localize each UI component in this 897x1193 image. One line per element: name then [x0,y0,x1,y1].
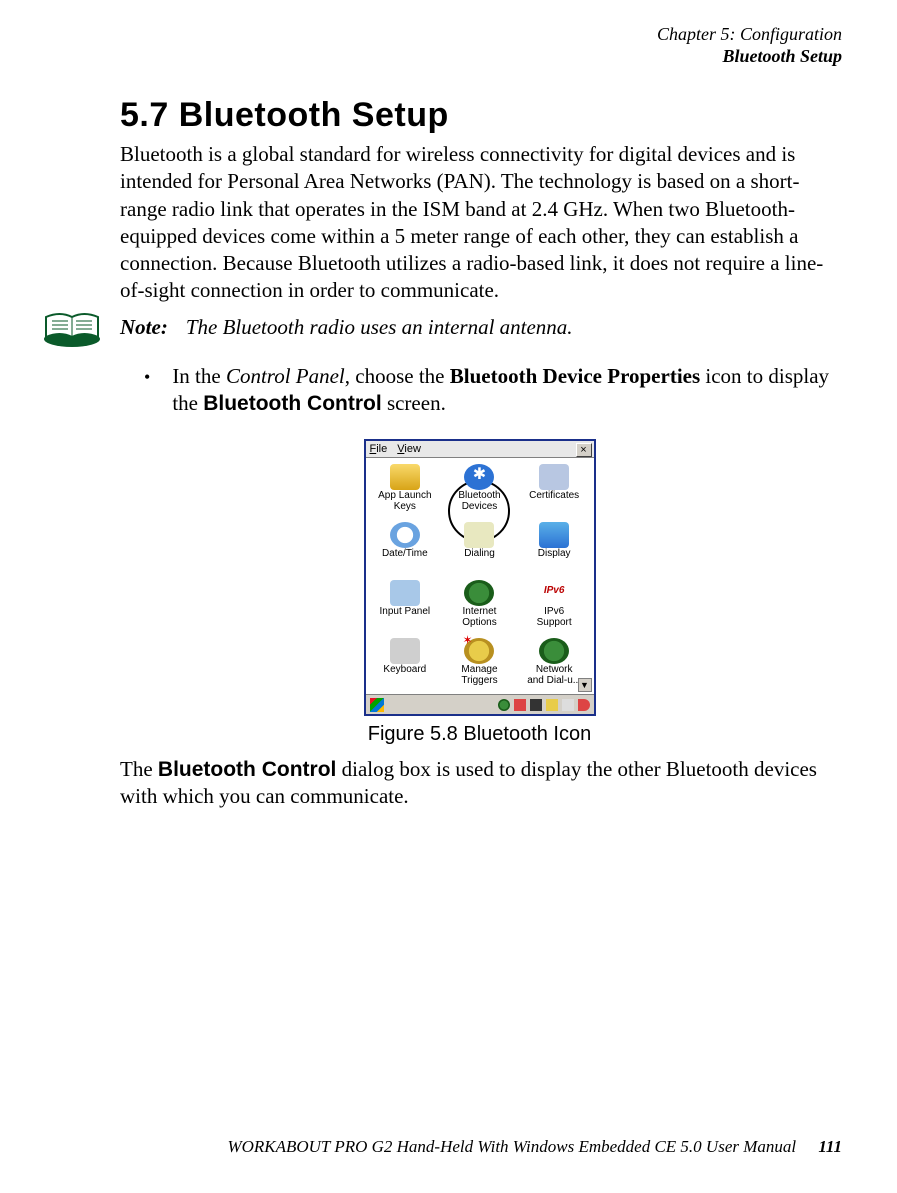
menu-file[interactable]: File [370,443,388,455]
header-topic: Bluetooth Setup [657,46,842,68]
bt-control-term: Bluetooth Control [203,392,381,415]
app-launch-icon [390,464,420,490]
tray-screen-icon[interactable] [530,699,542,711]
menu-view[interactable]: View [397,443,421,455]
cp-item-date-time[interactable]: Date/Time [368,520,443,576]
page-number: 111 [818,1137,842,1156]
bullet-marker: • [144,363,150,418]
close-icon[interactable]: × [576,443,592,457]
note-label: Note: [120,315,168,340]
cp-item-dialing[interactable]: Dialing [442,520,517,576]
start-icon[interactable] [370,698,384,712]
cp-item-input-panel[interactable]: Input Panel [368,578,443,634]
control-panel-grid: App LaunchKeysBluetoothDevicesCertificat… [366,458,594,694]
cp-item-manage[interactable]: ManageTriggers [442,636,517,692]
bt-device-properties-term: Bluetooth Device Properties [450,364,700,388]
tray-lock-icon[interactable] [546,699,558,711]
figure-area: File View × App LaunchKeysBluetoothDevic… [120,439,839,746]
display-icon [539,522,569,548]
scroll-down-icon[interactable]: ▼ [578,678,592,692]
control-panel-term: Control Panel [226,364,345,388]
bluetooth-icon [464,464,494,490]
certificates-icon [539,464,569,490]
input-panel-icon [390,580,420,606]
instruction-bullet: • In the Control Panel, choose the Bluet… [144,363,839,418]
date-time-icon [390,522,420,548]
book-icon [42,309,102,349]
page-footer: WORKABOUT PRO G2 Hand-Held With Windows … [227,1137,842,1157]
keyboard-icon [390,638,420,664]
menubar: File View × [366,441,594,458]
tray-pen-icon[interactable] [578,699,590,711]
note-text: Note: The Bluetooth radio uses an intern… [120,315,573,340]
bullet-text: In the Control Panel, choose the Bluetoo… [172,363,839,418]
cp-item-certificates[interactable]: Certificates [517,462,592,518]
internet-icon [464,580,494,606]
after-figure-paragraph: The Bluetooth Control dialog box is used… [120,756,839,811]
cp-item-keyboard[interactable]: Keyboard [368,636,443,692]
tray-status-icon[interactable] [514,699,526,711]
note-block: Note: The Bluetooth radio uses an intern… [42,315,839,349]
page-content: 5.7 Bluetooth Setup Bluetooth is a globa… [120,96,839,810]
cp-item-bluetooth[interactable]: BluetoothDevices [442,462,517,518]
page-header: Chapter 5: Configuration Bluetooth Setup [657,24,842,67]
intro-paragraph: Bluetooth is a global standard for wirel… [120,141,839,305]
figure-caption: Figure 5.8 Bluetooth Icon [120,723,839,746]
tray-keyboard-icon[interactable] [562,699,574,711]
header-chapter: Chapter 5: Configuration [657,24,842,46]
footer-text: WORKABOUT PRO G2 Hand-Held With Windows … [227,1137,796,1156]
tray-globe-icon[interactable] [498,699,510,711]
cp-item-display[interactable]: Display [517,520,592,576]
note-body: The Bluetooth radio uses an internal ant… [186,315,573,340]
dialing-icon [464,522,494,548]
cp-item-ipv6[interactable]: IPv6Support [517,578,592,634]
bt-control-term-2: Bluetooth Control [158,758,336,781]
control-panel-window: File View × App LaunchKeysBluetoothDevic… [364,439,596,716]
cp-item-app-launch[interactable]: App LaunchKeys [368,462,443,518]
manage-icon [464,638,494,664]
system-tray [498,699,590,711]
cp-item-internet[interactable]: InternetOptions [442,578,517,634]
section-title: 5.7 Bluetooth Setup [120,96,839,135]
network-icon [539,638,569,664]
ipv6-icon [539,580,569,606]
taskbar [366,694,594,714]
